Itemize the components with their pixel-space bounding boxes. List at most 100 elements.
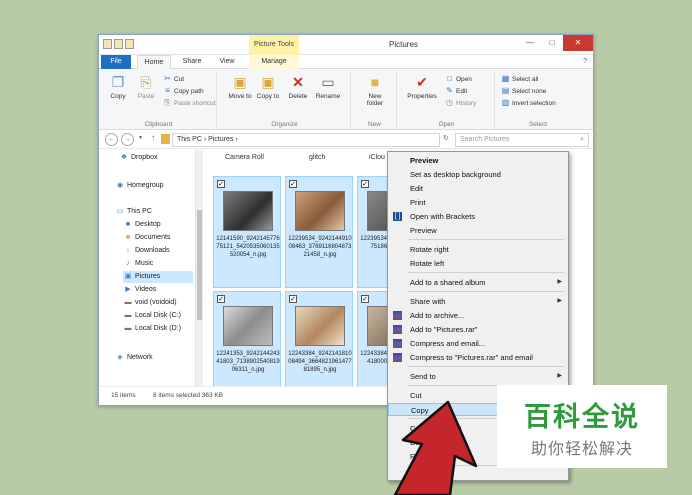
- ribbon-tabs: File Home Share View Manage: [99, 55, 593, 69]
- copy-to-button[interactable]: ▣ Copy to: [255, 73, 281, 100]
- file-checkbox[interactable]: ✓: [361, 180, 369, 188]
- menu-item-edit[interactable]: Edit: [388, 182, 568, 195]
- menu-separator: [408, 239, 564, 240]
- refresh-icon[interactable]: ↻: [443, 134, 449, 142]
- properties-quick-icon[interactable]: [103, 39, 112, 49]
- nav-local-d-label: Local Disk (D:): [135, 325, 181, 332]
- nav-music[interactable]: ♪ Music: [123, 258, 153, 270]
- back-button[interactable]: ←: [105, 133, 118, 146]
- pictures-icon: ▣: [124, 273, 132, 280]
- nav-dropbox[interactable]: ❖ Dropbox: [119, 152, 158, 164]
- nav-videos[interactable]: ▶ Videos: [123, 284, 156, 296]
- file-checkbox[interactable]: ✓: [289, 180, 297, 188]
- maximize-button[interactable]: □: [541, 35, 563, 51]
- select-none-button[interactable]: ▤ Select none: [501, 85, 547, 96]
- nav-dropbox-label: Dropbox: [131, 154, 158, 161]
- nav-local-d[interactable]: ▬ Local Disk (D:): [123, 323, 181, 335]
- menu-item-set-background[interactable]: Set as desktop background: [388, 168, 568, 181]
- menu-item-preview-default[interactable]: Preview: [388, 154, 568, 167]
- file-checkbox[interactable]: ✓: [289, 295, 297, 303]
- help-icon[interactable]: ?: [583, 58, 587, 65]
- nav-downloads[interactable]: ↓ Downloads: [123, 245, 169, 257]
- file-thumbnail[interactable]: ✓ 12141590_924214577675121_5420535060135…: [213, 176, 281, 288]
- menu-label: Share with: [410, 297, 446, 306]
- forward-button[interactable]: →: [121, 133, 134, 146]
- tab-share[interactable]: Share: [177, 55, 207, 69]
- copy-path-button[interactable]: ≡ Copy path: [163, 85, 204, 96]
- tab-view[interactable]: View: [213, 55, 241, 69]
- recent-dropdown-icon[interactable]: ▾: [139, 134, 142, 141]
- edit-button[interactable]: ✎ Edit: [445, 85, 467, 96]
- file-checkbox[interactable]: ✓: [217, 180, 225, 188]
- menu-item-add-archive[interactable]: Add to archive...: [388, 309, 568, 322]
- move-to-button[interactable]: ▣ Move to: [227, 73, 253, 100]
- nav-pictures-label: Pictures: [135, 273, 161, 280]
- copy-path-label: Copy path: [174, 88, 204, 95]
- up-arrow-icon[interactable]: ↑: [151, 133, 155, 142]
- rename-button[interactable]: ▭ Rename: [315, 73, 341, 100]
- new-group-label: New: [367, 121, 381, 128]
- folder-quick-icon[interactable]: [125, 39, 134, 49]
- properties-button[interactable]: ✔ Properties: [405, 73, 439, 100]
- select-all-button[interactable]: ▦ Select all: [501, 73, 539, 84]
- tab-home[interactable]: Home: [137, 55, 171, 69]
- search-icon: ⌕: [580, 136, 584, 143]
- delete-button[interactable]: ✕ Delete: [285, 73, 311, 100]
- menu-item-share-with[interactable]: Share with ▶: [388, 295, 568, 308]
- open-button[interactable]: □ Open: [445, 73, 472, 84]
- tab-file[interactable]: File: [101, 55, 131, 69]
- copy-button[interactable]: ❐ Copy: [105, 73, 131, 100]
- invert-selection-button[interactable]: ▧ Invert selection: [501, 97, 556, 108]
- nav-scrollbar-thumb[interactable]: [197, 210, 202, 320]
- disk-d-icon: ▬: [124, 325, 132, 332]
- file-name: 12243384_924214181008494_366482196147781…: [288, 351, 352, 373]
- delete-x-icon: ✕: [292, 74, 304, 90]
- nav-homegroup[interactable]: ◉ Homegroup: [115, 180, 164, 192]
- new-folder-quick-icon[interactable]: [114, 39, 123, 49]
- file-thumbnail[interactable]: ✓ 12239534_924214491008463_3769116804873…: [285, 176, 353, 288]
- nav-videos-label: Videos: [135, 286, 157, 293]
- file-name: 12239534_924214491008463_376911680487321…: [288, 236, 352, 258]
- menu-item-send-to[interactable]: Send to ▶: [388, 370, 568, 383]
- folder-camera-roll[interactable]: Camera Roll: [225, 154, 264, 161]
- menu-item-rotate-left[interactable]: Rotate left: [388, 257, 568, 270]
- menu-item-compress-email[interactable]: Compress and email...: [388, 337, 568, 350]
- folder-icon: [161, 134, 170, 144]
- nav-pictures[interactable]: ▣ Pictures: [123, 271, 193, 283]
- nav-local-c[interactable]: ▬ Local Disk (C:): [123, 310, 181, 322]
- nav-documents[interactable]: ■ Documents: [123, 232, 171, 244]
- folder-icloud[interactable]: iClou: [369, 154, 385, 161]
- select-group: ▦ Select all ▤ Select none ▧ Invert selecti…: [497, 71, 579, 129]
- cut-button[interactable]: ✂ Cut: [163, 73, 184, 84]
- menu-item-add-rar[interactable]: Add to "Pictures.rar": [388, 323, 568, 336]
- videos-icon: ▶: [125, 286, 131, 293]
- search-input[interactable]: Search Pictures ⌕: [455, 133, 589, 147]
- menu-item-compress-rar-email[interactable]: Compress to "Pictures.rar" and email: [388, 351, 568, 364]
- computer-icon: ▭: [116, 208, 124, 215]
- nav-scrollbar[interactable]: [195, 150, 203, 386]
- menu-item-properties[interactable]: Properties: [388, 468, 568, 481]
- tab-manage[interactable]: Manage: [249, 55, 299, 69]
- menu-item-shared-album[interactable]: Add to a shared album ▶: [388, 276, 568, 289]
- nav-this-pc[interactable]: ▭ This PC: [115, 206, 152, 218]
- history-button[interactable]: ◷ History: [445, 97, 476, 108]
- menu-item-preview[interactable]: Preview: [388, 224, 568, 237]
- menu-item-print[interactable]: Print: [388, 196, 568, 209]
- minimize-button[interactable]: —: [519, 35, 541, 51]
- file-checkbox[interactable]: ✓: [217, 295, 225, 303]
- menu-item-rotate-right[interactable]: Rotate right: [388, 243, 568, 256]
- folder-glitch[interactable]: glitch: [309, 154, 325, 161]
- close-button[interactable]: ✕: [563, 35, 593, 51]
- paste-button[interactable]: ⎘ Paste: [133, 73, 159, 100]
- file-name: 12241353_924214424341803_713890254081906…: [216, 351, 280, 373]
- nav-void[interactable]: ▬ void (voidoid): [123, 297, 177, 309]
- menu-item-open-brackets[interactable]: [ ] Open with Brackets: [388, 210, 568, 223]
- copy-icon: ❐: [111, 74, 125, 90]
- address-path[interactable]: This PC › Pictures ›: [172, 133, 440, 147]
- file-checkbox[interactable]: ✓: [361, 295, 369, 303]
- nav-desktop[interactable]: ■ Desktop: [123, 219, 161, 231]
- paste-shortcut-button[interactable]: ⎘ Paste shortcut: [163, 97, 215, 108]
- nav-network[interactable]: ◈ Network: [115, 352, 152, 364]
- cut-label: Cut: [174, 76, 185, 83]
- new-folder-button[interactable]: ■ New folder: [361, 73, 389, 107]
